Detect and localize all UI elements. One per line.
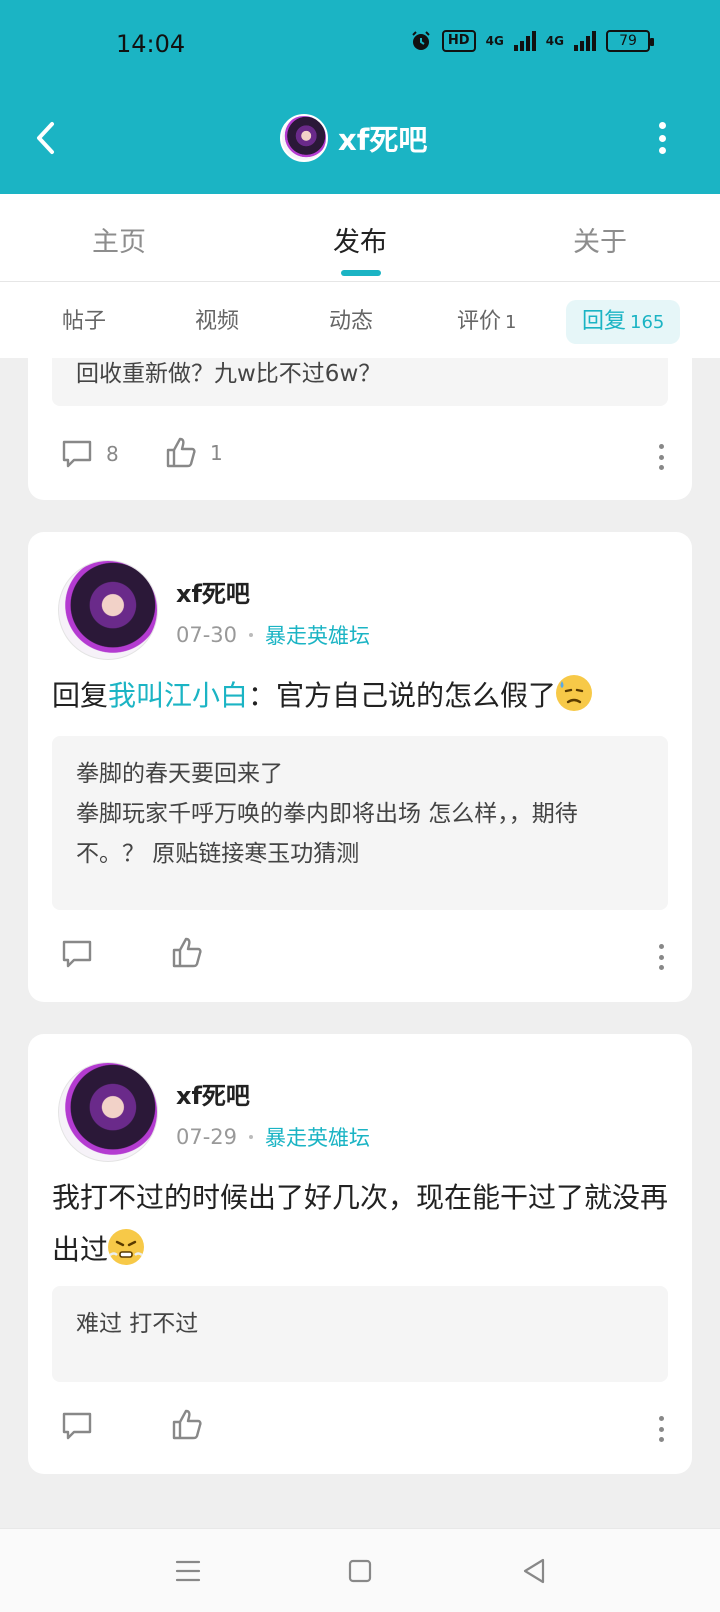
quoted-title: 拳脚的春天要回来了 [76, 761, 283, 787]
comment-icon [62, 1412, 92, 1440]
subtab-count: 1 [505, 312, 517, 333]
forum-link[interactable]: 暴走英雄坛 [265, 620, 370, 650]
subtab-label: 回复 [582, 309, 627, 334]
net-label-1: 4G [485, 34, 504, 48]
square-icon [348, 1559, 372, 1583]
like-button[interactable] [170, 1408, 204, 1442]
tab-indicator [341, 270, 381, 276]
subtab-label: 动态 [329, 309, 374, 334]
reply-card: xf死吧 07-30 暴走英雄坛 回复我叫江小白：官方自己说的怎么假了 拳脚的春… [28, 532, 692, 1002]
quoted-text: 拳脚玩家千呼万唤的拳内即将出场 怎么样，，期待不。？ 原贴链接寒玉功猜测 [76, 801, 578, 867]
post-meta: 07-29 暴走英雄坛 [176, 1122, 370, 1152]
comment-icon [62, 940, 92, 968]
card-more-button[interactable] [656, 1416, 666, 1442]
reply-text: 我打不过的时候出了好几次，现在能干过了就没再出过 [52, 1181, 669, 1266]
like-button[interactable] [170, 936, 204, 970]
alarm-icon [412, 31, 430, 50]
more-options-button[interactable] [650, 118, 674, 158]
post-meta: 07-30 暴走英雄坛 [176, 620, 370, 650]
angry-emoji-icon [108, 1229, 145, 1265]
home-button[interactable] [340, 1551, 380, 1591]
signal-2-icon [574, 31, 596, 51]
quoted-post[interactable]: 难过 打不过 [52, 1286, 668, 1382]
more-vertical-icon [658, 122, 666, 129]
more-vertical-icon [658, 444, 664, 449]
subtab-count: 165 [630, 312, 665, 333]
more-vertical-icon [658, 1416, 664, 1421]
profile-title[interactable]: xf死吧 [280, 114, 427, 162]
more-vertical-icon [658, 944, 664, 949]
signal-1-icon [513, 31, 536, 51]
tab-home[interactable]: 主页 [92, 220, 146, 259]
quoted-post[interactable]: 拳脚的春天要回来了 拳脚玩家千呼万唤的拳内即将出场 怎么样，，期待不。？ 原贴链… [52, 736, 668, 910]
battery-level: 79 [619, 33, 637, 49]
subtab-label: 评价 [457, 309, 502, 334]
chevron-left-icon [37, 122, 54, 154]
like-button[interactable]: 1 [164, 436, 223, 470]
author-name[interactable]: xf死吧 [176, 574, 250, 609]
subtab-label: 帖子 [62, 309, 107, 334]
status-icons: HD 4G 4G 79 [410, 30, 654, 52]
like-count: 1 [210, 441, 223, 465]
post-date: 07-30 [176, 623, 238, 647]
subtab-posts[interactable]: 帖子 [62, 300, 106, 344]
reply-feed[interactable]: 回收重新做？九w比不过6w？ 8 1 xf死吧 07-30 暴走英雄坛 回复我叫… [0, 358, 720, 1528]
main-tabs: 主页 发布 关于 [0, 194, 720, 282]
user-avatar[interactable] [58, 1062, 158, 1162]
hd-icon: HD [441, 30, 476, 52]
subtab-videos[interactable]: 视频 [195, 300, 239, 344]
reply-card: 回收重新做？九w比不过6w？ 8 1 [28, 358, 692, 500]
subtab-replies[interactable]: 回复 165 [566, 300, 681, 344]
card-more-button[interactable] [656, 944, 666, 970]
menu-button[interactable] [168, 1551, 208, 1591]
tab-about[interactable]: 关于 [573, 220, 627, 259]
back-button[interactable] [26, 118, 66, 158]
quoted-post[interactable]: 回收重新做？九w比不过6w？ [52, 358, 668, 406]
forum-link[interactable]: 暴走英雄坛 [265, 1122, 370, 1152]
reply-body[interactable]: 我打不过的时候出了好几次，现在能干过了就没再出过 [52, 1172, 672, 1276]
separator-dot [249, 1135, 254, 1139]
reply-text: ：官方自己说的怎么假了 [248, 679, 557, 712]
battery-icon: 79 [606, 30, 654, 52]
subtab-reviews[interactable]: 评价 1 [457, 300, 516, 344]
comment-count: 8 [106, 442, 119, 466]
card-more-button[interactable] [656, 444, 666, 470]
quoted-text: 回收重新做？九w比不过6w？ [76, 361, 382, 387]
reply-prefix: 回复 [52, 679, 109, 712]
comment-button[interactable]: 8 [60, 438, 119, 470]
tab-publish[interactable]: 发布 [333, 220, 387, 259]
thumbs-up-icon [166, 437, 196, 468]
comment-icon [62, 440, 92, 468]
comment-button[interactable] [60, 1410, 94, 1442]
system-nav-bar [0, 1528, 720, 1612]
subtab-label: 视频 [195, 309, 240, 334]
back-nav-button[interactable] [514, 1551, 554, 1591]
app-header: 14:04 HD 4G 4G 79 xf死吧 [0, 0, 720, 194]
thumbs-up-icon [172, 937, 202, 968]
header-avatar[interactable] [280, 114, 328, 162]
sweat-emoji-icon [556, 675, 593, 711]
comment-button[interactable] [60, 938, 94, 970]
reply-body[interactable]: 回复我叫江小白：官方自己说的怎么假了 [52, 670, 672, 722]
sub-tabs: 帖子 视频 动态 评价 1 回复 165 [0, 282, 720, 358]
subtab-activity[interactable]: 动态 [329, 300, 373, 344]
thumbs-up-icon [172, 1409, 202, 1440]
menu-icon [175, 1560, 201, 1582]
author-name[interactable]: xf死吧 [176, 1076, 250, 1111]
reply-card: xf死吧 07-29 暴走英雄坛 我打不过的时候出了好几次，现在能干过了就没再出… [28, 1034, 692, 1474]
separator-dot [249, 633, 254, 637]
net-label-2: 4G [545, 34, 564, 48]
status-time: 14:04 [116, 30, 186, 58]
triangle-back-icon [523, 1558, 545, 1584]
page-title: xf死吧 [338, 123, 428, 157]
mention-link[interactable]: 我叫江小白 [108, 679, 248, 712]
user-avatar[interactable] [58, 560, 158, 660]
post-date: 07-29 [176, 1125, 238, 1149]
quoted-text: 难过 打不过 [76, 1311, 199, 1337]
